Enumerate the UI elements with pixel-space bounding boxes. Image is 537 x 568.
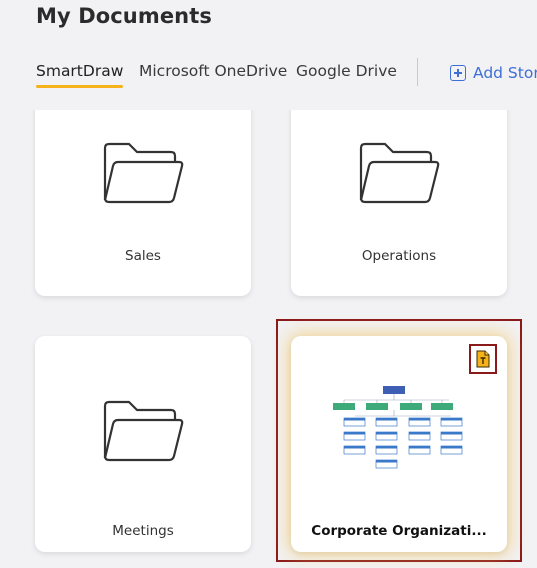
add-storage-label: Add Stora <box>473 64 537 82</box>
plus-square-icon <box>450 65 466 81</box>
tab-microsoft-onedrive[interactable]: Microsoft OneDrive <box>139 62 287 80</box>
folder-icon <box>103 400 184 462</box>
document-name: Corporate Organizati... <box>311 523 487 539</box>
template-file-icon <box>476 350 490 368</box>
tab-divider <box>417 58 418 86</box>
folder-name: Meetings <box>112 523 174 539</box>
tab-smartdraw[interactable]: SmartDraw <box>36 62 124 88</box>
folder-icon <box>359 142 440 204</box>
folder-card-sales[interactable]: Sales <box>35 110 251 296</box>
org-chart-thumbnail <box>333 386 463 469</box>
page-title: My Documents <box>36 4 212 28</box>
document-type-badge <box>469 344 497 374</box>
folder-card-operations[interactable]: Operations <box>291 110 507 296</box>
add-storage-button[interactable]: Add Stora <box>450 64 537 82</box>
folder-name: Sales <box>125 248 161 264</box>
folder-name: Operations <box>361 248 437 264</box>
folder-icon <box>103 142 184 204</box>
storage-tabs: SmartDraw Microsoft OneDrive Google Driv… <box>0 58 537 92</box>
folder-card-meetings[interactable]: Meetings <box>35 336 251 552</box>
tab-google-drive[interactable]: Google Drive <box>296 62 397 80</box>
documents-grid: Sales Operations Meetings Corporate Orga… <box>0 110 537 568</box>
